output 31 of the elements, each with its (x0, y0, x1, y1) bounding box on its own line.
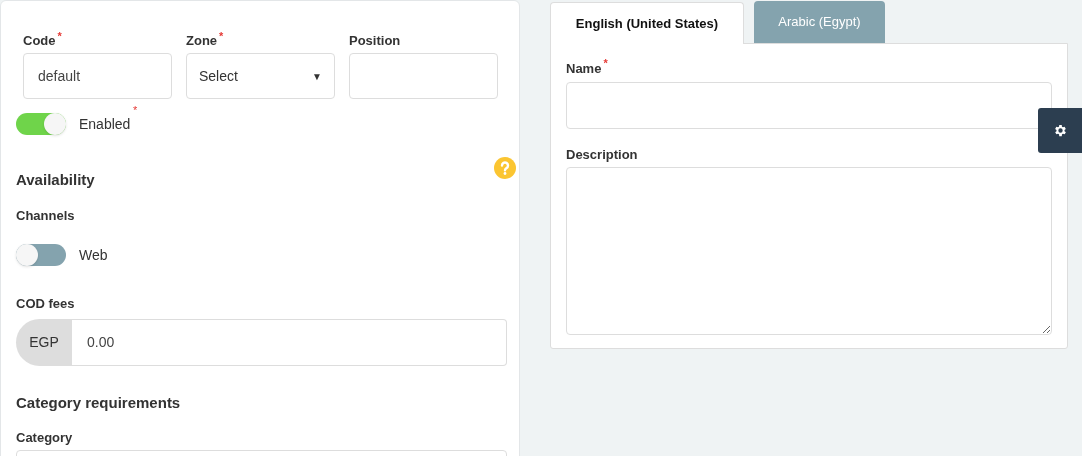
caret-icon: ▼ (312, 68, 322, 84)
select-value: Select (199, 66, 238, 86)
required-mark: * (133, 103, 138, 118)
field-label: Name (566, 60, 602, 78)
field-label: Zone (186, 32, 218, 50)
required-mark: * (219, 29, 224, 44)
toggle-label: Web (79, 245, 108, 265)
input-field[interactable]: 0.00 (72, 318, 507, 366)
field-label: Channels (16, 206, 75, 225)
section-heading: Category requirements (16, 392, 181, 413)
field-label: COD fees (16, 295, 75, 313)
field-label: Category (16, 430, 73, 446)
field-label: Position (349, 32, 401, 50)
settings-icon (1052, 123, 1068, 138)
settings-button[interactable] (1038, 108, 1082, 153)
required-mark: * (603, 56, 608, 71)
field-label: Code (23, 32, 56, 50)
field-label: Description (566, 146, 638, 164)
toggle-switch[interactable] (16, 244, 66, 266)
help-icon[interactable] (494, 157, 516, 179)
language-tab[interactable]: English (United States) (550, 2, 744, 44)
input-field[interactable]: default (23, 53, 172, 99)
input-field[interactable] (566, 82, 1052, 129)
toggle-switch[interactable] (16, 113, 66, 135)
input-field[interactable] (349, 53, 498, 99)
section-heading: Availability (15, 170, 95, 190)
zone-select[interactable]: Select ▼ (186, 53, 335, 99)
currency-prefix: EGP (16, 318, 72, 366)
required-mark: * (57, 29, 62, 44)
description-textarea[interactable] (566, 167, 1052, 335)
toggle-label: Enabled (79, 114, 131, 134)
